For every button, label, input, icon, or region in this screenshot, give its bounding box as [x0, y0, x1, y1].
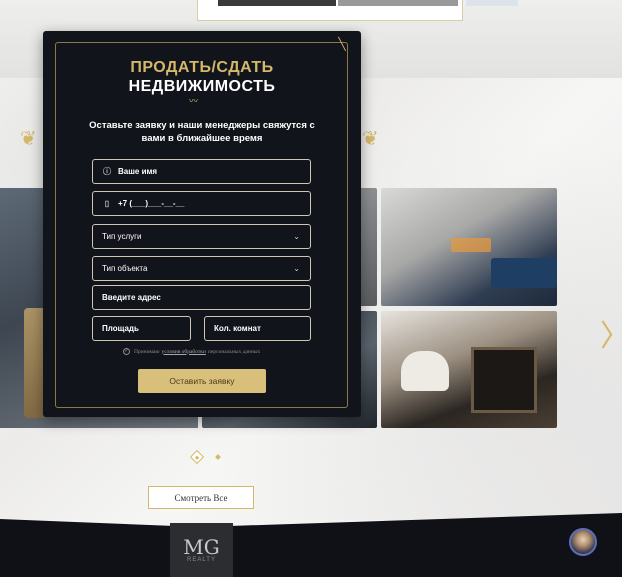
title-ornament-icon: 〰 [189, 96, 199, 106]
gallery-tile[interactable] [381, 311, 557, 428]
pagination-dot-active[interactable] [189, 449, 205, 465]
area-placeholder: Площадь [102, 324, 139, 333]
submit-request-button[interactable]: Оставить заявку [138, 369, 266, 393]
ornament-right-icon: ❦ [362, 126, 379, 150]
rooms-input[interactable]: Кол. комнат [204, 316, 311, 341]
logo-mark: MG [183, 535, 220, 559]
modal-title-line2: НЕДВИЖИМОСТЬ [128, 78, 276, 95]
service-type-select[interactable]: Тип услуги ⌄ [92, 224, 311, 249]
service-type-value: Тип услуги [102, 232, 142, 241]
name-placeholder: Ваше имя [118, 167, 158, 176]
request-modal: ╲ ПРОДАТЬ/СДАТЬ НЕДВИЖИМОСТЬ 〰 Оставьте … [43, 31, 361, 417]
consent-terms-link[interactable]: условия обработки [162, 349, 206, 355]
pagination-dot[interactable] [215, 454, 221, 460]
sofa-decor [491, 258, 557, 288]
consent-prefix: Принимаю [134, 348, 160, 355]
phone-icon: ▯ [104, 199, 110, 208]
footer-logo[interactable]: MG REALTY [170, 523, 233, 577]
name-input[interactable]: ⓘ Ваше имя [92, 159, 311, 184]
chevron-down-icon: ⌄ [293, 264, 300, 273]
object-type-value: Тип объекта [102, 264, 148, 273]
area-input[interactable]: Площадь [92, 316, 191, 341]
gallery-pagination [189, 449, 230, 465]
user-icon: ⓘ [103, 167, 111, 176]
gallery-tile[interactable] [381, 188, 557, 306]
modal-title-line1: ПРОДАТЬ/СДАТЬ [130, 59, 274, 76]
fireplace-decor [451, 238, 491, 252]
consent-checkbox[interactable]: ✓ [123, 348, 130, 355]
ornament-left-icon: ❦ [20, 126, 37, 150]
consent-suffix: персональных данных [207, 348, 261, 355]
object-type-select[interactable]: Тип объекта ⌄ [92, 256, 311, 281]
see-all-button[interactable]: Смотреть Все [148, 486, 254, 509]
logo-subtext: REALTY [187, 557, 216, 563]
chevron-down-icon: ⌄ [293, 232, 300, 241]
address-input[interactable]: Введите адрес [92, 285, 311, 310]
close-icon[interactable]: ╲ [335, 37, 349, 51]
top-right-image [466, 0, 518, 6]
footer [0, 513, 622, 577]
phone-placeholder: +7 (___)___-__-__ [118, 199, 185, 208]
chair-decor [401, 351, 449, 391]
phone-input[interactable]: ▯ +7 (___)___-__-__ [92, 191, 311, 216]
top-card [197, 0, 463, 21]
consent-row: ✓ Принимаю условия обработки персональны… [123, 348, 323, 355]
fireplace-decor [471, 347, 537, 413]
address-placeholder: Введите адрес [102, 293, 161, 302]
gallery-next-arrow-icon[interactable]: 〉 [600, 322, 622, 352]
top-card-image [218, 0, 336, 6]
rooms-placeholder: Кол. комнат [214, 324, 261, 333]
modal-subtitle: Оставьте заявку и наши менеджеры свяжутс… [89, 120, 315, 144]
chat-avatar-button[interactable] [569, 528, 597, 556]
top-card-image [338, 0, 458, 6]
